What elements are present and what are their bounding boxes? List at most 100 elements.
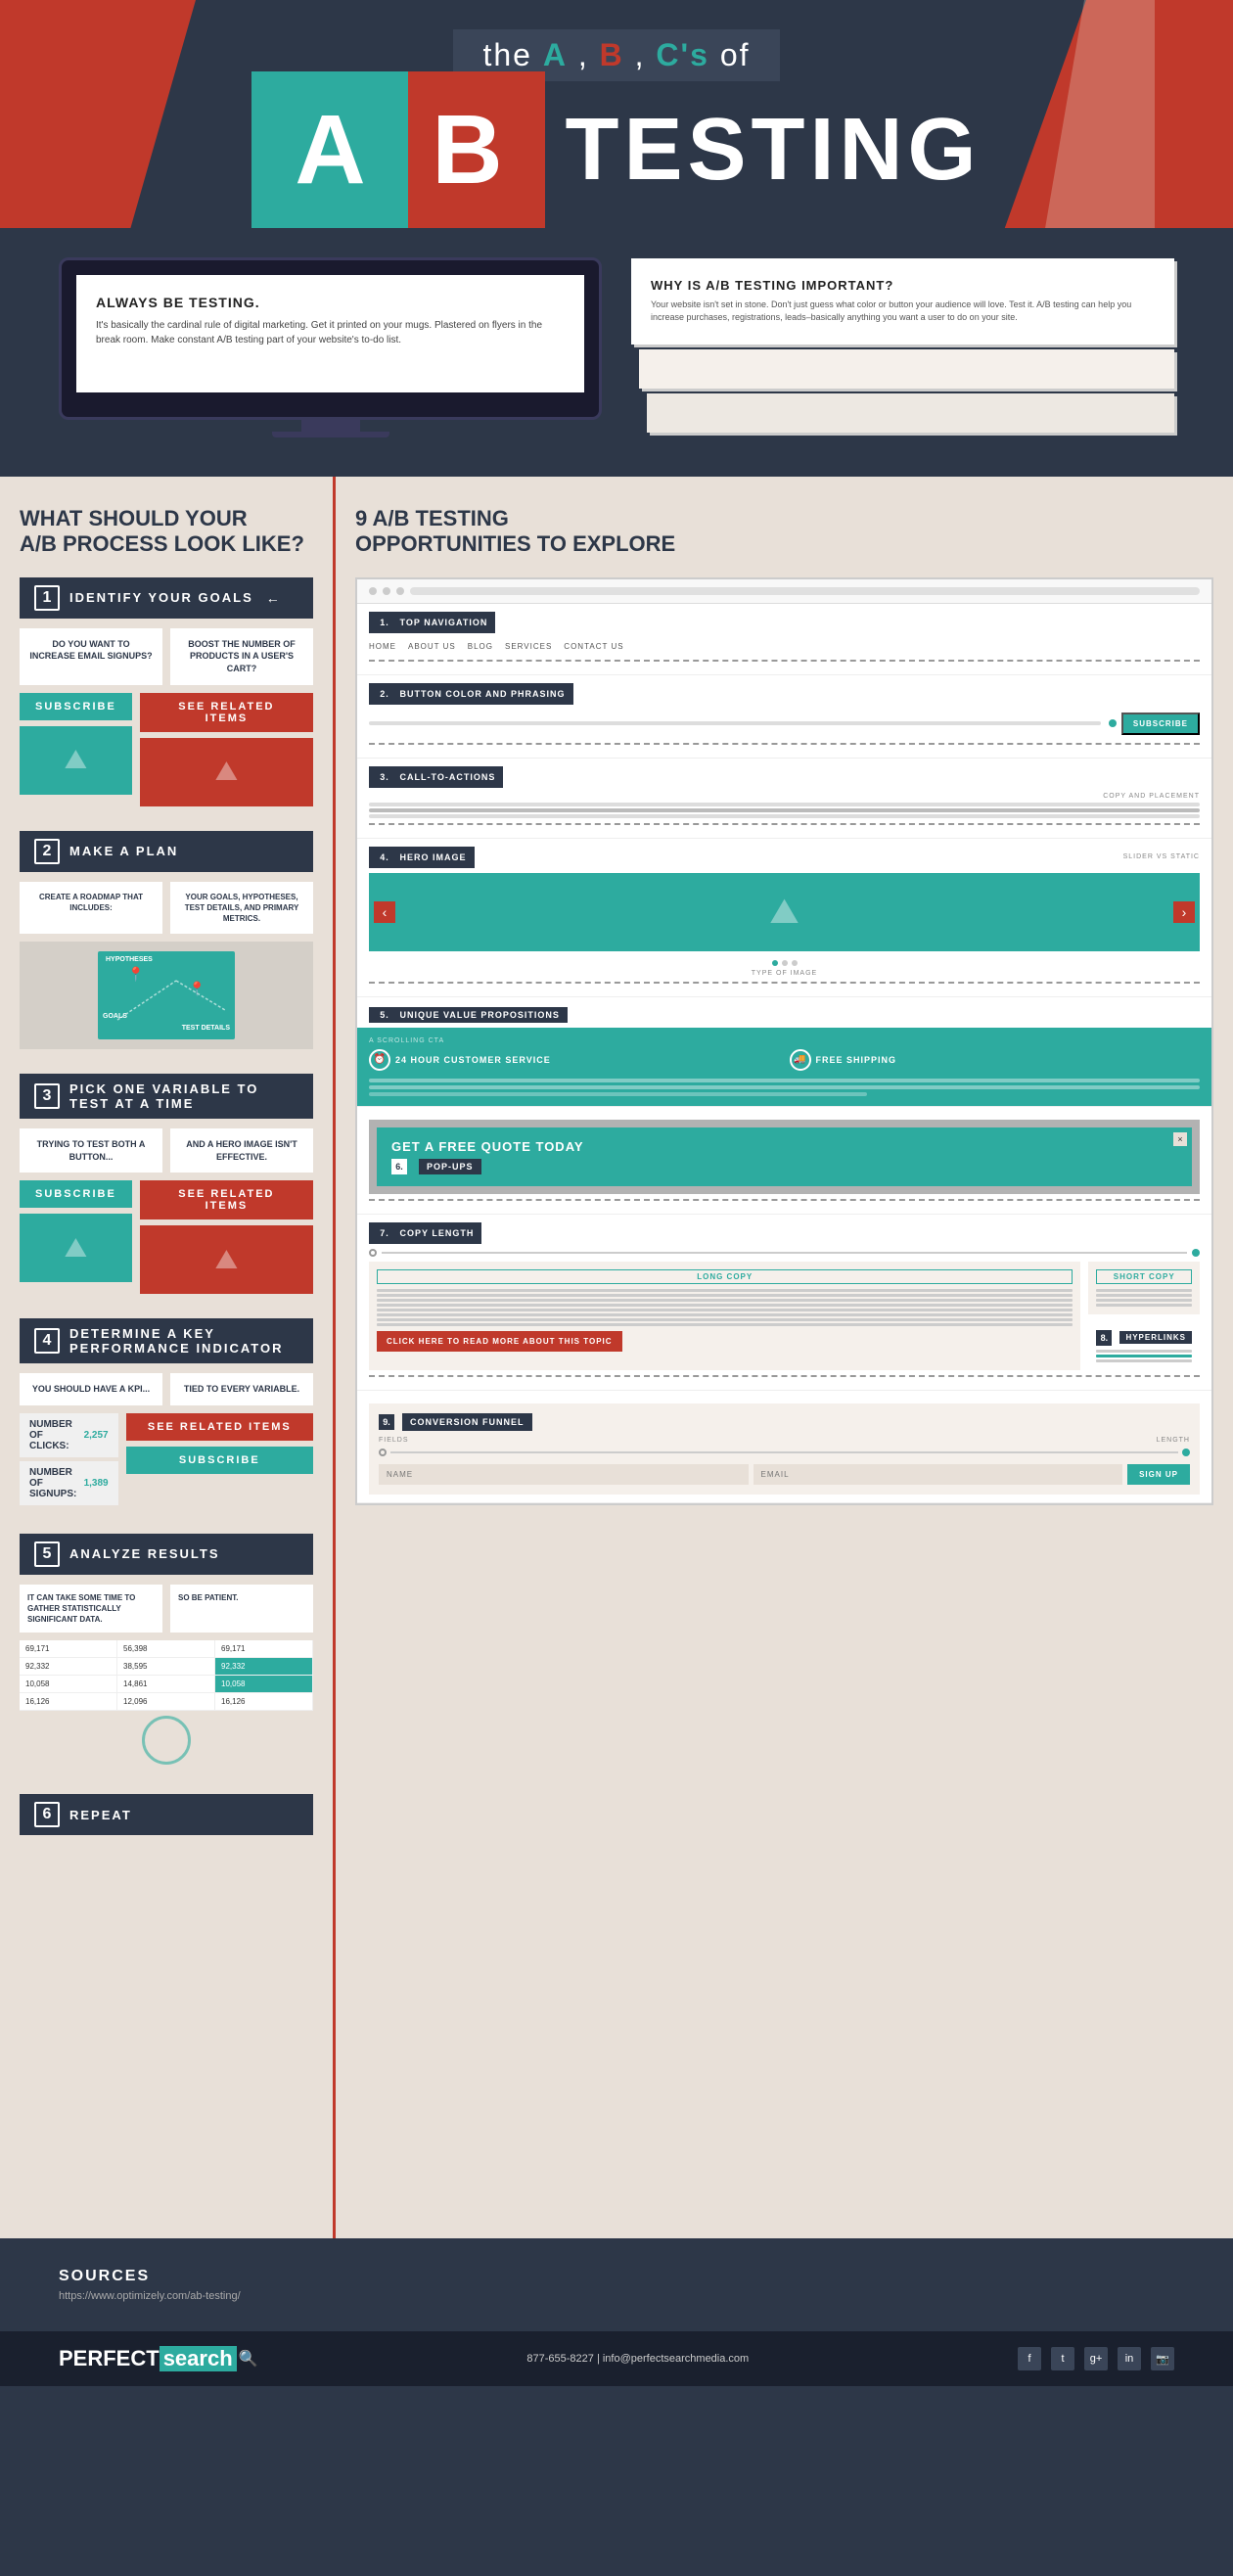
long-line-8 xyxy=(377,1323,1073,1326)
footer-sources: SOURCES https://www.optimizely.com/ab-te… xyxy=(0,2238,1233,2331)
twitter-icon[interactable]: t xyxy=(1051,2347,1074,2370)
nav-home: HOME xyxy=(369,642,396,651)
site-section-funnel: 9. CONVERSION FUNNEL FIELDS LENGTH xyxy=(357,1391,1211,1503)
funnel-container: 9. CONVERSION FUNNEL FIELDS LENGTH xyxy=(369,1403,1200,1495)
kpi-clicks-label: NUMBER OF CLICKS: xyxy=(29,1419,84,1451)
popup-close-btn[interactable]: × xyxy=(1173,1132,1187,1146)
funnel-title-text: CONVERSION FUNNEL xyxy=(402,1413,532,1431)
table-row-3: 10,058 14,861 10,058 xyxy=(20,1676,313,1693)
step-1-buttons: SUBSCRIBE ⛰ SEE RELATED ITEMS ⛰ xyxy=(20,693,313,806)
table-cell-4-2: 12,096 xyxy=(117,1693,215,1710)
copy-header: 7. COPY LENGTH xyxy=(369,1222,1200,1244)
title-c: C's xyxy=(656,37,709,72)
subscribe-btn-3[interactable]: SUBSCRIBE xyxy=(20,1180,132,1208)
step-1-header: 1 IDENTIFY YOUR GOALS ← xyxy=(20,577,313,619)
step-4-header: 4 DETERMINE A KEY PERFORMANCE INDICATOR xyxy=(20,1318,313,1363)
paper-card-body: Your website isn't set in stone. Don't j… xyxy=(651,299,1155,325)
circle-icon xyxy=(142,1716,191,1765)
step-2-number: 2 xyxy=(34,839,60,864)
table-cell-4-1: 16,126 xyxy=(20,1693,117,1710)
table-cell-1-3: 69,171 xyxy=(215,1640,313,1657)
popup-label-row: 6. POP-UPS xyxy=(391,1159,1177,1174)
cta-sublabel: COPY AND PLACEMENT xyxy=(369,793,1200,800)
slider-arrow-left[interactable]: ‹ xyxy=(374,901,395,923)
step-4-kpi-area: NUMBER OF CLICKS: 2,257 NUMBER OF SIGNUP… xyxy=(20,1413,118,1509)
nav-section-label: TOP NAVIGATION xyxy=(400,618,488,627)
laptop-base xyxy=(272,432,389,437)
copy-length-comparison: LONG COPY CLICK HERE TO READ MORE ABOUT … xyxy=(369,1262,1200,1370)
copy-slider-track xyxy=(382,1252,1187,1254)
site-section-copy: 7. COPY LENGTH LONG COPY xyxy=(357,1215,1211,1391)
right-section-title: 9 A/B TESTING OPPORTUNITIES TO EXPLORE xyxy=(355,506,1213,558)
slider-dot-3 xyxy=(792,960,798,966)
copy-line-3 xyxy=(369,814,1200,818)
step-6-label: REPEAT xyxy=(69,1808,132,1822)
button-section-name: 2. BUTTON COLOR AND PHRASING xyxy=(369,683,573,705)
step-3-col1: TRYING TO TEST BOTH A BUTTON... xyxy=(20,1128,162,1173)
uvp-badge: 5. xyxy=(377,1007,392,1023)
browser-dot-1 xyxy=(369,587,377,595)
copy-slider-dot-left xyxy=(369,1249,377,1257)
step-1-number: 1 xyxy=(34,585,60,611)
laptop-container: ALWAYS BE TESTING. It's basically the ca… xyxy=(59,257,602,437)
funnel-email-input[interactable] xyxy=(754,1464,1123,1485)
subscribe-btn-4[interactable]: SUBSCRIBE xyxy=(126,1447,313,1474)
cta-badge: 3. xyxy=(377,769,392,785)
short-line-4 xyxy=(1096,1304,1192,1307)
subscribe-btn-1[interactable]: SUBSCRIBE xyxy=(20,693,132,720)
title-the: the xyxy=(482,37,542,72)
step-4-btn-area: SEE RELATED ITEMS SUBSCRIBE xyxy=(126,1413,313,1509)
funnel-form: SIGN UP xyxy=(379,1464,1190,1485)
step-1-area2: SEE RELATED ITEMS ⛰ xyxy=(140,693,313,806)
step-3-col2: AND A HERO IMAGE ISN'T EFFECTIVE. xyxy=(170,1128,313,1173)
google-plus-icon[interactable]: g+ xyxy=(1084,2347,1108,2370)
title-of: of xyxy=(720,37,751,72)
linkedin-icon[interactable]: in xyxy=(1118,2347,1141,2370)
instagram-icon[interactable]: 📷 xyxy=(1151,2347,1174,2370)
click-here-btn[interactable]: CLICK HERE TO READ MORE ABOUT THIS TOPIC xyxy=(377,1331,622,1352)
map-illustration: HYPOTHESES GOALS TEST DETAILS 📍 📍 xyxy=(20,942,313,1049)
funnel-sublabels: FIELDS LENGTH xyxy=(379,1437,1190,1444)
hero-image-area: ⛰ ‹ › xyxy=(369,873,1200,951)
see-related-btn-4[interactable]: SEE RELATED ITEMS xyxy=(126,1413,313,1441)
browser-bar xyxy=(357,579,1211,604)
hero-mountain-icon: ⛰ xyxy=(769,891,799,933)
cta-section-name: 3. CALL-TO-ACTIONS xyxy=(369,766,503,788)
funnel-title-row: 9. CONVERSION FUNNEL xyxy=(379,1413,1190,1431)
funnel-fields-label: FIELDS xyxy=(379,1437,409,1444)
table-cell-1-2: 56,398 xyxy=(117,1640,215,1657)
laptop-screen: ALWAYS BE TESTING. It's basically the ca… xyxy=(76,275,584,392)
step-3-cols: TRYING TO TEST BOTH A BUTTON... AND A HE… xyxy=(20,1128,313,1173)
title-comma2: , xyxy=(635,37,657,72)
table-cell-4-3: 16,126 xyxy=(215,1693,313,1710)
funnel-length-label: LENGTH xyxy=(1157,1437,1190,1444)
hyperlinks-title-row: 8. HYPERLINKS xyxy=(1096,1330,1192,1346)
see-related-btn-3[interactable]: SEE RELATED ITEMS xyxy=(140,1180,313,1219)
funnel-signup-btn[interactable]: SIGN UP xyxy=(1127,1464,1190,1485)
mountain-icon-4: ⛰ xyxy=(215,1244,239,1276)
step-6-container: 6 REPEAT xyxy=(20,1794,313,1835)
hyperlinks-lines xyxy=(1096,1350,1192,1362)
subscribe-btn-site[interactable]: SUBSCRIBE xyxy=(1121,713,1200,735)
nav-blog: BLOG xyxy=(468,642,493,651)
site-section-uvp: 5. UNIQUE VALUE PROPOSITIONS A SCROLLING… xyxy=(357,997,1211,1107)
table-cell-3-3: 10,058 xyxy=(215,1676,313,1692)
facebook-icon[interactable]: f xyxy=(1018,2347,1041,2370)
site-section-hero: 4. HERO IMAGE SLIDER VS STATIC ⛰ ‹ › TYP… xyxy=(357,839,1211,997)
paper-card-2 xyxy=(639,349,1174,389)
slider-arrow-right[interactable]: › xyxy=(1173,901,1195,923)
footer-email: info@perfectsearchmedia.com xyxy=(603,2353,749,2365)
see-related-btn-1[interactable]: SEE RELATED ITEMS xyxy=(140,693,313,732)
cta-copy-lines xyxy=(369,803,1200,818)
step-1-container: 1 IDENTIFY YOUR GOALS ← DO YOU WANT TO I… xyxy=(20,577,313,806)
funnel-slider-row xyxy=(379,1449,1190,1456)
uvp-header: 5. UNIQUE VALUE PROPOSITIONS xyxy=(357,997,1211,1023)
step-2-col2: YOUR GOALS, HYPOTHESES, TEST DETAILS, AN… xyxy=(170,882,313,935)
step-4-col1: YOU SHOULD HAVE A KPI... xyxy=(20,1373,162,1405)
right-side-copy: SHORT COPY 8. HY xyxy=(1088,1262,1200,1370)
button-badge: 2. xyxy=(377,686,392,702)
funnel-name-input[interactable] xyxy=(379,1464,749,1485)
big-a-block: A xyxy=(251,71,408,228)
divider-4 xyxy=(369,982,1200,984)
mountain-icon-1: ⛰ xyxy=(65,744,88,776)
